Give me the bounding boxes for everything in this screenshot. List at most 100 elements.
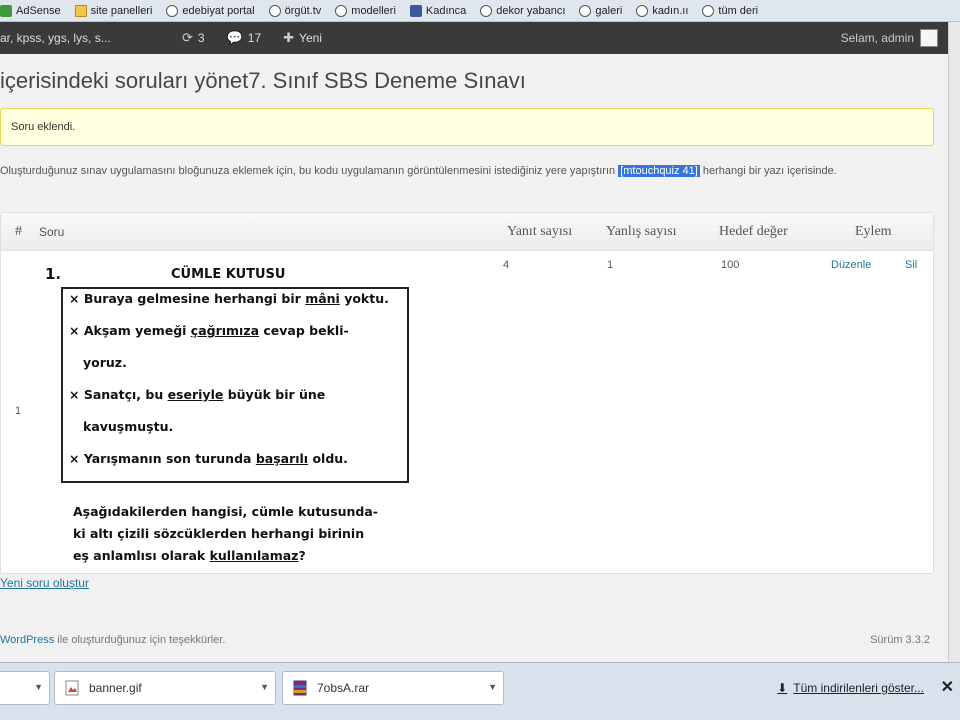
bookmark-item[interactable]: modelleri <box>335 4 396 17</box>
updates-count: 3 <box>197 31 205 45</box>
admin-bar: ar, kpss, ygs, lys, s... ⟳ 3 💬 17 ✚ Yeni… <box>0 22 948 54</box>
question-text-line-3-post: ? <box>298 548 306 563</box>
bookmark-label: modelleri <box>351 4 396 17</box>
globe-icon <box>268 4 281 17</box>
sentence-part-u: mâni <box>305 291 340 306</box>
download-item-banner[interactable]: banner.gif ▼ <box>54 671 276 705</box>
globe-icon <box>636 4 649 17</box>
bookmark-label: galeri <box>595 4 623 17</box>
row-wrong: 1 <box>607 259 614 271</box>
bookmark-item[interactable]: Kadınca <box>409 4 466 17</box>
row-answers: 4 <box>503 259 510 271</box>
comments-count: 17 <box>247 31 262 45</box>
avatar <box>920 29 938 47</box>
green-square-icon <box>0 4 12 17</box>
sentence-part-pre: × Sanatçı, bu <box>69 387 168 402</box>
sentence-box-line: × Akşam yemeği çağrımıza cevap bekli- <box>69 323 349 338</box>
header-target: Hedef değer <box>719 224 788 239</box>
bookmark-label: örgüt.tv <box>284 4 322 17</box>
globe-icon <box>335 4 348 17</box>
bookmark-item[interactable]: kadın.ıı <box>636 4 689 17</box>
header-num: # <box>15 224 22 239</box>
sentence-part-post: oldu. <box>308 451 348 466</box>
info-text-after: herhangi bir yazı içerisinde. <box>699 165 837 177</box>
bookmark-item[interactable]: edebiyat portal <box>166 4 255 17</box>
download-item-partial[interactable]: ▼ <box>0 671 50 705</box>
sentence-part-post: büyük bir üne <box>223 387 326 402</box>
globe-icon <box>579 4 592 17</box>
chevron-down-icon[interactable]: ▼ <box>34 682 43 692</box>
page-scrollbar[interactable] <box>948 22 960 662</box>
sentence-part-post: yoktu. <box>339 291 389 306</box>
sentence-box-title: CÜMLE KUTUSU <box>171 267 286 282</box>
admin-bar-new[interactable]: ✚ Yeni <box>283 30 322 46</box>
row-target: 100 <box>721 259 740 271</box>
info-text-before: Oluşturduğunuz sınav uygulamasını bloğun… <box>0 165 619 177</box>
account-greeting: Selam, admin <box>840 31 914 45</box>
shortcode-info: Oluşturduğunuz sınav uygulamasını bloğun… <box>0 163 934 180</box>
archive-file-icon <box>293 680 307 696</box>
shortcode-text[interactable]: [mtouchquiz 41] <box>618 165 700 177</box>
footer-version: Sürüm 3.3.2 <box>870 634 930 646</box>
downloads-bar: ▼ banner.gif ▼ 7obsA.rar ▼ ⬇ Tüm indiril… <box>0 662 960 720</box>
sentence-box-line: kavuşmuştu. <box>83 419 173 434</box>
new-label: Yeni <box>299 31 322 45</box>
bookmark-item[interactable]: tüm deri <box>702 4 759 17</box>
chevron-down-icon[interactable]: ▼ <box>488 682 497 692</box>
bookmark-item[interactable]: galeri <box>579 4 623 17</box>
header-wrong: Yanlış sayısı <box>606 224 677 239</box>
show-all-label: Tüm indirilenleri göster... <box>793 681 924 695</box>
bookmark-item[interactable]: örgüt.tv <box>268 4 322 17</box>
sentence-box-line: × Sanatçı, bu eseriyle büyük bir üne <box>69 387 325 402</box>
admin-bar-account[interactable]: Selam, admin <box>841 29 948 47</box>
success-notice: Soru eklendi. <box>0 108 934 146</box>
delete-link[interactable]: Sil <box>905 259 917 271</box>
admin-bar-comments[interactable]: 💬 17 <box>227 30 262 46</box>
bookmark-item[interactable]: dekor yabancı <box>480 4 566 17</box>
sentence-part-pre: × Akşam yemeği <box>69 323 191 338</box>
sentence-box: × Buraya gelmesine herhangi bir mâni yok… <box>61 287 409 483</box>
sentence-box-line: × Buraya gelmesine herhangi bir mâni yok… <box>69 291 389 306</box>
footer-thanks: ile oluşturduğunuz için teşekkürler. <box>54 634 226 646</box>
chevron-down-icon[interactable]: ▼ <box>260 682 269 692</box>
download-arrow-icon: ⬇ <box>777 681 788 695</box>
sentence-part-pre: yoruz. <box>83 355 127 370</box>
question-text: Aşağıdakilerden hangisi, cümle kutusunda… <box>73 501 433 567</box>
question-number: 1. <box>45 265 62 283</box>
question-text-line-3-pre: eş anlamlısı olarak <box>73 548 210 563</box>
question-text-line-3: eş anlamlısı olarak kullanılamaz? <box>73 545 433 567</box>
sentence-part-pre: × Yarışmanın son turunda <box>69 451 256 466</box>
table-header: # Soru Yanıt sayısı Yanlış sayısı Hedef … <box>1 213 933 251</box>
edit-link[interactable]: Düzenle <box>831 259 871 271</box>
folder-icon <box>74 4 87 17</box>
refresh-icon: ⟳ <box>182 30 193 45</box>
row-num: 1 <box>15 405 22 417</box>
show-all-downloads-link[interactable]: ⬇ Tüm indirilenleri göster... <box>777 681 924 695</box>
globe-icon <box>166 4 179 17</box>
plus-icon: ✚ <box>283 30 295 45</box>
image-file-icon <box>65 680 79 696</box>
header-question[interactable]: Soru <box>39 225 64 239</box>
bookmark-label: AdSense <box>16 4 61 17</box>
close-icon[interactable]: ✕ <box>941 677 954 697</box>
new-question-link[interactable]: Yeni soru oluştur <box>0 576 89 590</box>
sentence-part-u: çağrımıza <box>190 323 260 338</box>
admin-bar-updates[interactable]: ⟳ 3 <box>182 30 205 46</box>
bookmark-label: kadın.ıı <box>652 4 689 17</box>
bookmark-label: edebiyat portal <box>182 4 255 17</box>
notice-text: Soru eklendi. <box>11 121 76 133</box>
download-file-name: 7obsA.rar <box>317 681 370 695</box>
download-item-rar[interactable]: 7obsA.rar ▼ <box>282 671 504 705</box>
bookmark-item[interactable]: site panelleri <box>74 4 152 17</box>
admin-bar-site-name[interactable]: ar, kpss, ygs, lys, s... <box>0 31 160 45</box>
bookmark-item[interactable]: AdSense <box>0 4 61 17</box>
questions-table: # Soru Yanıt sayısı Yanlış sayısı Hedef … <box>0 212 934 574</box>
bookmark-label: tüm deri <box>718 4 759 17</box>
header-actions: Eylem <box>855 224 892 239</box>
sentence-box-line: × Yarışmanın son turunda başarılı oldu. <box>69 451 348 466</box>
question-image: 1. CÜMLE KUTUSU × Buraya gelmesine herha… <box>37 261 427 567</box>
wordpress-link[interactable]: WordPress <box>0 634 54 646</box>
facebook-icon <box>409 4 422 17</box>
bookmark-label: dekor yabancı <box>496 4 566 17</box>
sentence-part-u: başarılı <box>255 451 309 466</box>
